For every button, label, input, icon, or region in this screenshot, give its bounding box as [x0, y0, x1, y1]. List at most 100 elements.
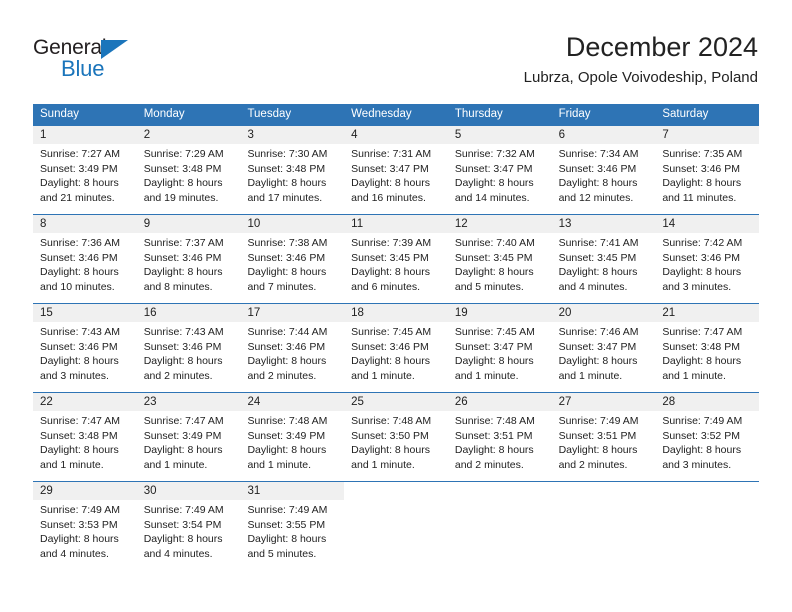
general-blue-logo[interactable]: General Blue	[33, 36, 153, 82]
daylight-text-line2: and 6 minutes.	[351, 280, 421, 293]
day-number-bar: 16	[136, 304, 241, 322]
day-cell[interactable]: 30 Sunrise: 7:49 AM Sunset: 3:54 PM Dayl…	[136, 482, 241, 570]
day-number-bar: 7	[655, 126, 760, 144]
daylight-text-line1: Daylight: 8 hours	[662, 355, 742, 367]
day-cell[interactable]: 10 Sunrise: 7:38 AM Sunset: 3:46 PM Dayl…	[240, 215, 345, 303]
day-number: 4	[351, 129, 358, 141]
daylight-text-line2: and 1 minute.	[247, 458, 312, 471]
day-cell[interactable]: 17 Sunrise: 7:44 AM Sunset: 3:46 PM Dayl…	[240, 304, 345, 392]
day-number: 22	[40, 396, 53, 408]
day-cell[interactable]: 5 Sunrise: 7:32 AM Sunset: 3:47 PM Dayli…	[447, 126, 552, 214]
day-number-bar: 13	[551, 215, 656, 233]
weekday-header-sunday: Sunday	[40, 108, 80, 120]
day-number-bar: 2	[136, 126, 241, 144]
daylight-text-line2: and 3 minutes.	[662, 458, 732, 471]
daylight-text-line1: Daylight: 8 hours	[351, 177, 430, 189]
day-cell[interactable]: 9 Sunrise: 7:37 AM Sunset: 3:46 PM Dayli…	[136, 215, 241, 303]
sunset-text: Sunset: 3:49 PM	[247, 429, 326, 442]
day-details: Sunrise: 7:39 AM Sunset: 3:45 PM Dayligh…	[344, 233, 448, 294]
daylight-text-line2: and 4 minutes.	[40, 547, 109, 560]
sunrise-text: Sunrise: 7:34 AM	[558, 148, 639, 160]
daylight-text-line1: Daylight: 8 hours	[247, 444, 327, 456]
day-details: Sunrise: 7:49 AM Sunset: 3:53 PM Dayligh…	[33, 500, 137, 561]
daylight-text-line1: Daylight: 8 hours	[143, 444, 223, 456]
daylight-text-line2: and 8 minutes.	[143, 280, 213, 293]
day-number: 11	[351, 218, 364, 230]
day-cell[interactable]: 21 Sunrise: 7:47 AM Sunset: 3:48 PM Dayl…	[655, 304, 760, 392]
sunrise-text: Sunrise: 7:48 AM	[247, 415, 328, 427]
daylight-text-line2: and 12 minutes.	[558, 191, 634, 204]
day-cell[interactable]: 1 Sunrise: 7:27 AM Sunset: 3:49 PM Dayli…	[33, 126, 137, 214]
day-number-bar: 14	[655, 215, 760, 233]
day-details: Sunrise: 7:37 AM Sunset: 3:46 PM Dayligh…	[137, 233, 241, 294]
day-details: Sunrise: 7:47 AM Sunset: 3:49 PM Dayligh…	[137, 411, 241, 472]
day-details: Sunrise: 7:32 AM Sunset: 3:47 PM Dayligh…	[448, 144, 552, 205]
day-details: Sunrise: 7:42 AM Sunset: 3:46 PM Dayligh…	[655, 233, 759, 294]
day-cell[interactable]: 12 Sunrise: 7:40 AM Sunset: 3:45 PM Dayl…	[447, 215, 552, 303]
day-cell[interactable]: 24 Sunrise: 7:48 AM Sunset: 3:49 PM Dayl…	[240, 393, 345, 481]
day-cell[interactable]: 22 Sunrise: 7:47 AM Sunset: 3:48 PM Dayl…	[33, 393, 137, 481]
day-details: Sunrise: 7:43 AM Sunset: 3:46 PM Dayligh…	[33, 322, 137, 383]
day-number-bar: 17	[240, 304, 345, 322]
day-cell[interactable]: 6 Sunrise: 7:34 AM Sunset: 3:46 PM Dayli…	[551, 126, 656, 214]
daylight-text-line1: Daylight: 8 hours	[40, 444, 119, 456]
daylight-text-line1: Daylight: 8 hours	[558, 444, 638, 456]
day-number-bar	[344, 482, 448, 500]
day-number-bar: 10	[240, 215, 345, 233]
day-details: Sunrise: 7:45 AM Sunset: 3:46 PM Dayligh…	[344, 322, 448, 383]
daylight-text-line2: and 19 minutes.	[143, 191, 219, 204]
daylight-text-line1: Daylight: 8 hours	[143, 533, 223, 545]
day-cell[interactable]: 25 Sunrise: 7:48 AM Sunset: 3:50 PM Dayl…	[344, 393, 448, 481]
day-details: Sunrise: 7:40 AM Sunset: 3:45 PM Dayligh…	[448, 233, 552, 294]
day-cell[interactable]: 15 Sunrise: 7:43 AM Sunset: 3:46 PM Dayl…	[33, 304, 137, 392]
sunrise-text: Sunrise: 7:31 AM	[351, 148, 432, 160]
sunset-text: Sunset: 3:45 PM	[454, 251, 533, 264]
day-cell[interactable]: 28 Sunrise: 7:49 AM Sunset: 3:52 PM Dayl…	[655, 393, 760, 481]
sunset-text: Sunset: 3:48 PM	[247, 162, 326, 175]
day-cell[interactable]: 11 Sunrise: 7:39 AM Sunset: 3:45 PM Dayl…	[344, 215, 448, 303]
day-cell[interactable]: 16 Sunrise: 7:43 AM Sunset: 3:46 PM Dayl…	[136, 304, 241, 392]
title-block: December 2024 Lubrza, Opole Voivodeship,…	[524, 31, 758, 88]
day-number: 25	[351, 396, 364, 408]
day-number-bar: 21	[655, 304, 760, 322]
day-cell[interactable]: 4 Sunrise: 7:31 AM Sunset: 3:47 PM Dayli…	[344, 126, 448, 214]
day-details: Sunrise: 7:49 AM Sunset: 3:52 PM Dayligh…	[655, 411, 759, 472]
day-number-bar: 27	[551, 393, 656, 411]
day-cell[interactable]: 7 Sunrise: 7:35 AM Sunset: 3:46 PM Dayli…	[655, 126, 760, 214]
day-cell[interactable]: 20 Sunrise: 7:46 AM Sunset: 3:47 PM Dayl…	[551, 304, 656, 392]
day-details: Sunrise: 7:38 AM Sunset: 3:46 PM Dayligh…	[240, 233, 344, 294]
day-number: 26	[454, 396, 468, 408]
day-number-bar: 20	[551, 304, 656, 322]
day-cell[interactable]: 31 Sunrise: 7:49 AM Sunset: 3:55 PM Dayl…	[240, 482, 345, 570]
day-cell[interactable]: 13 Sunrise: 7:41 AM Sunset: 3:45 PM Dayl…	[551, 215, 656, 303]
daylight-text-line1: Daylight: 8 hours	[351, 266, 430, 278]
day-cell[interactable]: 19 Sunrise: 7:45 AM Sunset: 3:47 PM Dayl…	[447, 304, 552, 392]
day-cell[interactable]: 29 Sunrise: 7:49 AM Sunset: 3:53 PM Dayl…	[33, 482, 137, 570]
sunset-text: Sunset: 3:46 PM	[558, 162, 637, 175]
day-number: 14	[662, 218, 676, 230]
day-details: Sunrise: 7:49 AM Sunset: 3:54 PM Dayligh…	[137, 500, 241, 561]
day-cell[interactable]: 3 Sunrise: 7:30 AM Sunset: 3:48 PM Dayli…	[240, 126, 345, 214]
day-number-bar: 8	[33, 215, 137, 233]
calendar-page: General Blue December 2024 Lubrza, Opole…	[0, 0, 792, 612]
sunset-text: Sunset: 3:52 PM	[662, 429, 740, 442]
day-number: 3	[247, 129, 254, 141]
day-cell[interactable]: 14 Sunrise: 7:42 AM Sunset: 3:46 PM Dayl…	[655, 215, 760, 303]
sunset-text: Sunset: 3:53 PM	[40, 518, 118, 531]
sunrise-text: Sunrise: 7:37 AM	[143, 237, 224, 249]
daylight-text-line2: and 1 minute.	[662, 369, 726, 382]
day-cell[interactable]: 8 Sunrise: 7:36 AM Sunset: 3:46 PM Dayli…	[33, 215, 137, 303]
day-number-bar: 11	[344, 215, 448, 233]
day-cell[interactable]: 26 Sunrise: 7:48 AM Sunset: 3:51 PM Dayl…	[447, 393, 552, 481]
weekday-header-thursday: Thursday	[454, 108, 503, 120]
day-number-bar: 28	[655, 393, 760, 411]
day-cell[interactable]: 27 Sunrise: 7:49 AM Sunset: 3:51 PM Dayl…	[551, 393, 656, 481]
day-cell[interactable]: 23 Sunrise: 7:47 AM Sunset: 3:49 PM Dayl…	[136, 393, 241, 481]
sunset-text: Sunset: 3:46 PM	[143, 340, 222, 353]
day-cell[interactable]: 18 Sunrise: 7:45 AM Sunset: 3:46 PM Dayl…	[344, 304, 448, 392]
day-number-bar: 30	[136, 482, 241, 500]
sunrise-text: Sunrise: 7:48 AM	[351, 415, 432, 427]
day-cell[interactable]: 2 Sunrise: 7:29 AM Sunset: 3:48 PM Dayli…	[136, 126, 241, 214]
daylight-text-line2: and 21 minutes.	[40, 191, 115, 204]
day-number-bar	[552, 482, 656, 500]
